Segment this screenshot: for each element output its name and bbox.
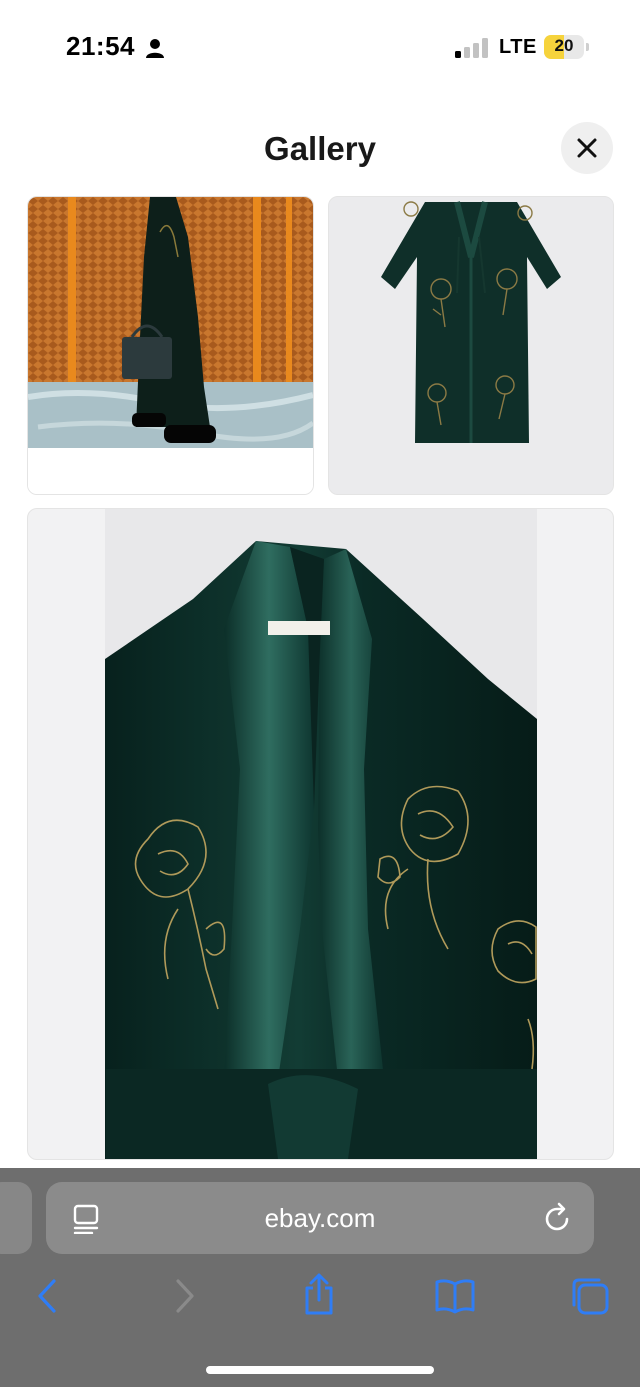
tabs-button[interactable] [570, 1276, 610, 1321]
gallery-image-model-street[interactable] [27, 196, 314, 495]
forward-button[interactable] [174, 1278, 196, 1319]
person-icon [145, 38, 165, 63]
reload-icon[interactable] [542, 1202, 572, 1239]
bookmarks-button[interactable] [434, 1278, 476, 1319]
gallery-image-robe-front[interactable] [328, 196, 614, 495]
forward-icon [176, 1279, 194, 1313]
gallery-image-robe-detail[interactable] [27, 508, 614, 1160]
bookmarks-icon [435, 1279, 475, 1314]
battery-indicator: 20 [544, 35, 584, 59]
tabs-icon [572, 1278, 609, 1315]
battery-level: 20 [554, 36, 574, 55]
battery-nub [586, 43, 589, 51]
model-street-photo [28, 197, 313, 494]
share-icon [305, 1273, 333, 1315]
robe-detail-photo [105, 509, 537, 1159]
robe-front-photo [329, 197, 613, 494]
status-time: 21:54 [66, 31, 135, 61]
back-button[interactable] [36, 1278, 58, 1319]
url-text: ebay.com [264, 1203, 376, 1233]
status-bar: 21:54 LTE 20 [0, 0, 640, 96]
network-type: LTE [499, 36, 537, 58]
signal-icon [455, 38, 489, 63]
url-field[interactable]: ebay.com [46, 1182, 594, 1254]
gallery-header: Gallery [0, 96, 640, 200]
close-icon [577, 138, 597, 158]
home-indicator[interactable] [206, 1366, 434, 1374]
page-title: Gallery [264, 130, 376, 167]
back-icon [38, 1279, 56, 1313]
share-button[interactable] [302, 1272, 336, 1321]
close-button[interactable] [561, 122, 613, 174]
browser-bar: ebay.com [0, 1168, 640, 1387]
previous-tab[interactable] [0, 1182, 32, 1254]
